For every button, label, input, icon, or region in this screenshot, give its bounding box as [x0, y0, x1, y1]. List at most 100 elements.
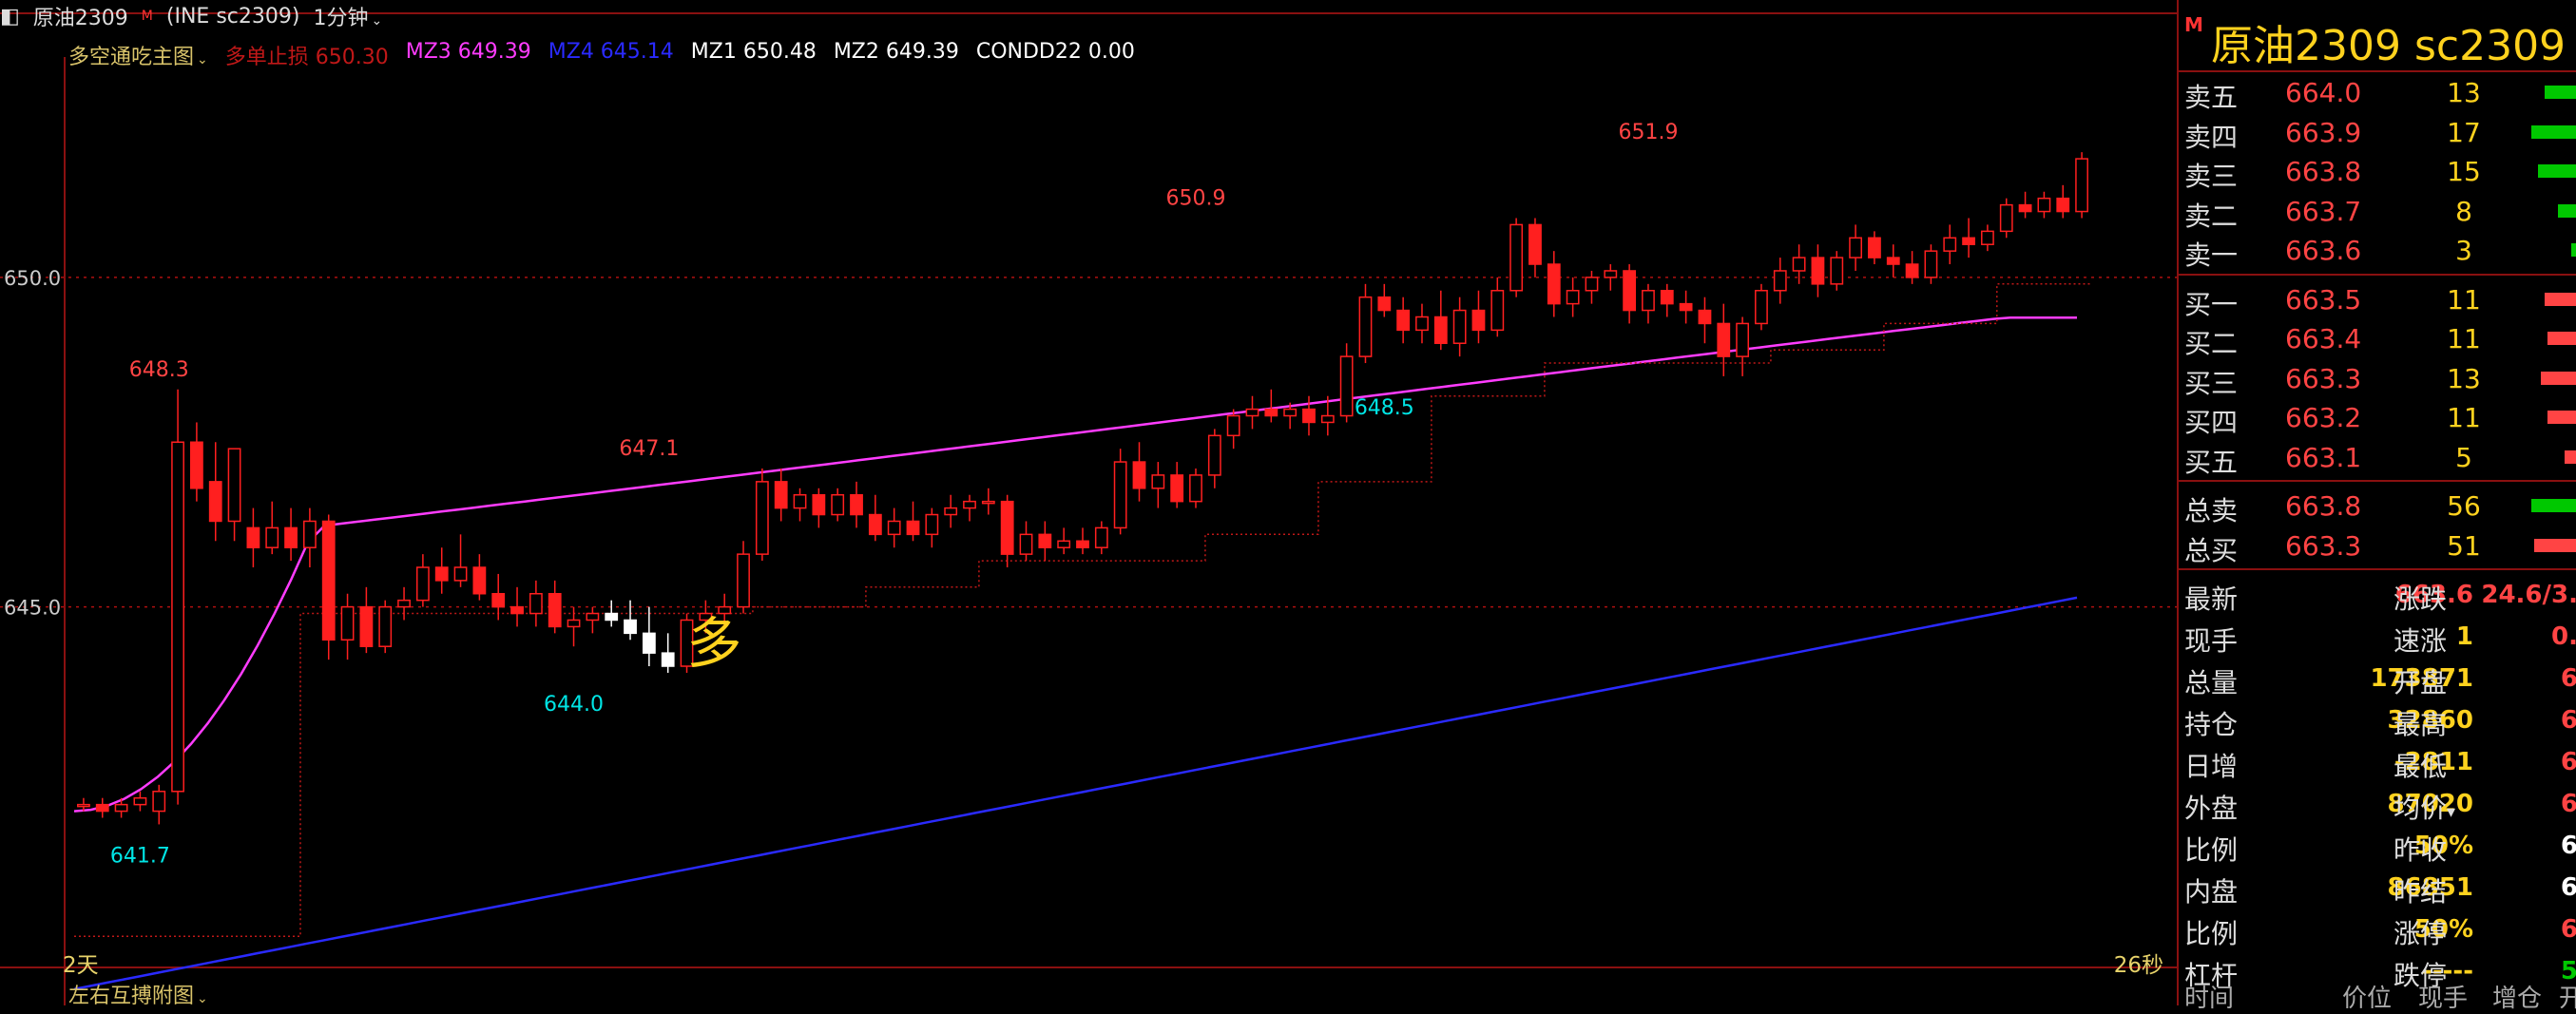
candle-body: [1660, 290, 1674, 305]
level-price: 663.2: [2285, 402, 2362, 433]
level-label: 卖四: [2184, 121, 2239, 153]
stat-row: 比例 50% 昨收 6: [2179, 825, 2576, 867]
candle-body: [1264, 408, 1278, 417]
stat-label: 持仓: [2184, 709, 2239, 740]
level-volume: 11: [2447, 402, 2481, 433]
sub-chart-dropdown[interactable]: 左右互搏附图 ⌄: [68, 979, 208, 1009]
price-annotation: 648.3: [129, 358, 189, 382]
candle-body: [227, 448, 241, 523]
candle-body: [1000, 500, 1014, 555]
main-contract-badge: M: [2184, 13, 2203, 36]
bid-row[interactable]: 买四 663.2 11: [2179, 397, 2576, 438]
candle-body: [2056, 197, 2070, 213]
candle-body: [1094, 526, 1108, 548]
level-volume: 15: [2447, 156, 2481, 187]
price-annotation: 651.9: [1618, 121, 1678, 144]
ask-row[interactable]: 卖四 663.9 17: [2179, 112, 2576, 153]
caret-down-icon[interactable]: ▾: [2447, 802, 2455, 822]
divider: [2179, 273, 2576, 276]
volume-bar: [2534, 538, 2576, 552]
bid-row[interactable]: 买二 663.4 11: [2179, 318, 2576, 359]
ask-row[interactable]: 卖五 664.0 13: [2179, 72, 2576, 113]
candle-body: [1302, 408, 1316, 424]
level-price: 663.1: [2285, 441, 2362, 473]
bid-row[interactable]: 买三 663.3 13: [2179, 358, 2576, 399]
level-label: 卖三: [2184, 161, 2239, 192]
level-price: 664.0: [2285, 77, 2362, 108]
candle-body: [793, 493, 807, 509]
ask-row[interactable]: 卖三 663.8 15: [2179, 151, 2576, 192]
ask-row[interactable]: 卖一 663.6 3: [2179, 230, 2576, 271]
candle-body: [1773, 270, 1787, 292]
candle-body: [1604, 270, 1618, 278]
period-days-label: 2天: [63, 953, 99, 978]
trade-column-header: 时间: [2184, 985, 2235, 1013]
trade-column-header: 现手: [2418, 985, 2469, 1013]
chart-pane[interactable]: 650.0 645.0 648.3 647.1 650.9 651.9 644.0 648.5…: [0, 0, 2177, 1008]
level-price: 663.8: [2285, 156, 2362, 187]
total-row[interactable]: 总买 663.3 51: [2179, 526, 2576, 566]
candle-body: [434, 566, 449, 582]
stat-label: 日增: [2184, 751, 2239, 782]
candle-body: [1038, 533, 1052, 548]
trade-column-header: 价位: [2342, 985, 2393, 1013]
candle-body: [1981, 230, 1994, 245]
price-annotation: 647.1: [619, 437, 679, 461]
total-row[interactable]: 总卖 663.8 56: [2179, 486, 2576, 526]
series-line-mz4: [73, 596, 2078, 991]
candle-body: [1245, 408, 1259, 417]
period-dropdown[interactable]: 1分钟 ⌄: [313, 1, 382, 31]
candle-body: [1433, 316, 1448, 344]
candle-body: [77, 803, 90, 808]
level-label: 卖五: [2184, 82, 2239, 113]
candle-body: [1868, 237, 1881, 258]
candle-body: [1226, 414, 1240, 437]
candle-body: [1717, 322, 1731, 357]
candle-body: [887, 520, 901, 536]
level-volume: 8: [2455, 195, 2472, 227]
level-label: 买四: [2184, 407, 2239, 438]
stat-value: 6: [2560, 664, 2576, 693]
level-price: 663.7: [2285, 195, 2362, 227]
volume-bar: [2545, 292, 2576, 306]
stat-label: 总量: [2184, 667, 2239, 698]
menu-icon[interactable]: ◧: [0, 5, 20, 29]
candle-body: [1679, 302, 1693, 312]
main-chart-dropdown[interactable]: 多空通吃主图 ⌄: [68, 40, 208, 70]
candle-body: [114, 803, 128, 813]
candle-body: [1019, 533, 1033, 555]
period-label: 1分钟: [313, 7, 369, 30]
bid-row[interactable]: 买五 663.1 5: [2179, 437, 2576, 478]
indicator-mz4: MZ4 645.14: [548, 40, 674, 64]
candle-body: [831, 493, 845, 516]
candle-body: [1396, 309, 1411, 332]
candle-body: [1207, 434, 1221, 476]
price-annotation: 644.0: [544, 693, 604, 717]
y-tick-label: 645.0: [4, 597, 61, 620]
level-volume: 11: [2447, 283, 2481, 316]
candlestick-chart[interactable]: 650.0 645.0 648.3 647.1 650.9 651.9 644.0 648.5…: [0, 0, 2177, 1005]
candle-body: [963, 500, 976, 509]
candle-body: [1132, 461, 1146, 489]
candle-body: [171, 441, 184, 793]
candle-body: [1057, 540, 1071, 548]
ask-row[interactable]: 卖二 663.7 8: [2179, 191, 2576, 232]
candle-body: [190, 441, 203, 489]
level-price: 663.4: [2285, 323, 2362, 354]
bid-row[interactable]: 买一 663.5 11: [2179, 279, 2576, 320]
volume-bar: [2541, 371, 2576, 385]
candle-body: [1849, 237, 1863, 258]
candle-body: [2075, 158, 2088, 213]
indicator-mz1: MZ1 650.48: [690, 40, 817, 64]
candle-body: [567, 619, 581, 628]
bid-levels: 买一 663.5 11 买二 663.4 11 买三 663.3 13 买四 663.2 11 买五 66…: [2179, 279, 2576, 478]
chart-header: ◧ 原油2309 M (INE sc2309) 1分钟 ⌄: [0, 1, 382, 31]
level-volume: 13: [2447, 77, 2481, 108]
stat-value: 6: [2560, 706, 2576, 735]
level-price: 663.8: [2285, 490, 2362, 522]
stat-label: 昨结: [2393, 876, 2448, 908]
volume-bar: [2547, 332, 2576, 345]
main-contract-badge: M: [141, 9, 153, 24]
trade-column-header: 开: [2559, 985, 2576, 1013]
candle-body: [359, 605, 374, 647]
